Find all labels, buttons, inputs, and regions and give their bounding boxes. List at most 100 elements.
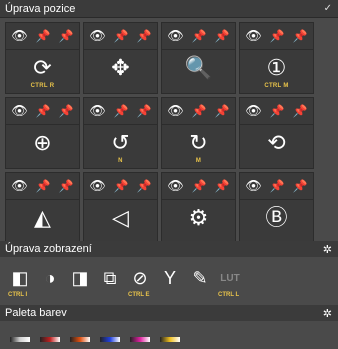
eye-icon[interactable]: 👁 — [11, 104, 28, 117]
eye-icon[interactable]: 👁 — [11, 179, 28, 192]
pin-icon[interactable]: 📌 — [36, 105, 51, 117]
rotate-icon[interactable]: ↺ — [84, 132, 157, 154]
contrast-button[interactable]: ◑ — [38, 266, 62, 290]
palette-swatch[interactable] — [10, 336, 30, 342]
pin-icon[interactable]: 📌 — [270, 30, 285, 42]
flip-horizontal-icon[interactable]: ◭ — [6, 207, 79, 229]
eye-icon[interactable]: 👁 — [245, 104, 262, 117]
palette-swatch[interactable] — [100, 336, 120, 342]
pin-icon[interactable]: 📌 — [270, 105, 285, 117]
section-header-position[interactable]: Úprava pozice ✓ — [0, 0, 338, 18]
magic-wand-icon: ✎ — [192, 267, 208, 288]
tool-calibrate[interactable]: 👁 📌 📌 Ⓑ — [239, 172, 314, 244]
tool-toggles: 👁 📌 📌 — [6, 173, 79, 200]
gear-icon[interactable]: ✲ — [323, 307, 332, 320]
shortcut-label: CTRL I — [8, 292, 28, 298]
shortcut-label: M — [195, 158, 202, 164]
crop-icon: ⧉ — [103, 267, 117, 288]
refresh-icon[interactable]: ⟳ — [6, 57, 79, 79]
pin-icon[interactable]: 📌 — [59, 105, 74, 117]
tool-flip-horizontal[interactable]: 👁 📌 📌 ◭ — [5, 172, 80, 244]
measure-icon[interactable]: ⚙ — [162, 207, 235, 229]
tool-toggles: 👁 📌 📌 — [240, 23, 313, 50]
pin-icon[interactable]: 📌 — [59, 30, 74, 42]
pin-icon[interactable]: 📌 — [137, 105, 152, 117]
tool-toggles: 👁 📌 📌 — [162, 23, 235, 50]
check-icon[interactable]: ✓ — [324, 3, 332, 14]
zoom-icon[interactable]: 🔍 — [162, 57, 235, 79]
pin-icon[interactable]: 📌 — [137, 30, 152, 42]
eye-icon[interactable]: 👁 — [89, 29, 106, 42]
pin-icon[interactable]: 📌 — [215, 105, 230, 117]
invert-button[interactable]: ◧ CTRL I — [8, 266, 32, 299]
recenter-icon[interactable]: ⟲ — [240, 132, 313, 154]
pin-icon[interactable]: 📌 — [215, 180, 230, 192]
tool-rotate[interactable]: 👁 📌 📌 ↺ N — [83, 97, 158, 169]
palette-swatches — [0, 330, 338, 348]
pin-icon[interactable]: 📌 — [215, 30, 230, 42]
pin-icon[interactable]: 📌 — [36, 30, 51, 42]
pin-icon[interactable]: 📌 — [192, 30, 207, 42]
edge-button[interactable]: ⊘ CTRL E — [128, 266, 152, 299]
pin-icon[interactable]: 📌 — [114, 105, 129, 117]
tool-toggles: 👁 📌 📌 — [84, 173, 157, 200]
pin-icon[interactable]: 📌 — [114, 30, 129, 42]
pin-icon[interactable]: 📌 — [293, 105, 308, 117]
tool-flip-vertical[interactable]: 👁 📌 📌 ◁ — [83, 172, 158, 244]
palette-swatch[interactable] — [130, 336, 150, 342]
pin-icon[interactable]: 📌 — [114, 180, 129, 192]
flip-vertical-icon[interactable]: ◁ — [84, 207, 157, 229]
tool-toggles: 👁 📌 📌 — [240, 98, 313, 125]
pin-icon[interactable]: 📌 — [293, 30, 308, 42]
shortcut-label: N — [118, 158, 123, 164]
section-header-display[interactable]: Úprava zobrazení ✲ — [0, 241, 338, 257]
palette-swatch[interactable] — [160, 336, 180, 342]
eye-icon[interactable]: 👁 — [167, 104, 184, 117]
crop-button[interactable]: ⧉ — [98, 266, 122, 290]
magic-wand-button[interactable]: ✎ — [188, 266, 212, 290]
tool-measure[interactable]: 👁 📌 📌 ⚙ — [161, 172, 236, 244]
shortcut-label: CTRL M — [264, 83, 289, 89]
tool-zoom[interactable]: 👁 📌 📌 🔍 — [161, 22, 236, 94]
gamma-button[interactable]: Y — [158, 266, 182, 290]
tool-rotate-alt[interactable]: 👁 📌 📌 ↻ M — [161, 97, 236, 169]
tool-toggles: 👁 📌 📌 — [84, 98, 157, 125]
display-tools: ◧ CTRL I ◑ ◨ ⧉ ⊘ CTRL E Y ✎ LUT CTRL L — [0, 260, 338, 300]
pin-icon[interactable]: 📌 — [36, 180, 51, 192]
tool-move[interactable]: 👁 📌 📌 ✥ — [83, 22, 158, 94]
eye-icon[interactable]: 👁 — [11, 29, 28, 42]
lut-button[interactable]: LUT CTRL L — [218, 266, 242, 299]
section-title: Úprava pozice — [5, 2, 76, 15]
pin-icon[interactable]: 📌 — [59, 180, 74, 192]
gear-icon[interactable]: ✲ — [323, 243, 332, 256]
palette-swatch[interactable] — [40, 336, 60, 342]
tool-zoom-one[interactable]: 👁 📌 📌 ① CTRL M — [239, 22, 314, 94]
tool-refresh[interactable]: 👁 📌 📌 ⟳ CTRL R — [5, 22, 80, 94]
pin-icon[interactable]: 📌 — [293, 180, 308, 192]
shortcut-label: CTRL L — [218, 292, 240, 298]
eye-icon[interactable]: 👁 — [167, 179, 184, 192]
pin-icon[interactable]: 📌 — [192, 105, 207, 117]
tool-magnifier[interactable]: 👁 📌 📌 ⊕ — [5, 97, 80, 169]
eye-icon[interactable]: 👁 — [89, 179, 106, 192]
rotate-alt-icon[interactable]: ↻ — [162, 132, 235, 154]
pin-icon[interactable]: 📌 — [192, 180, 207, 192]
edge-icon: ⊘ — [132, 267, 148, 288]
eye-icon[interactable]: 👁 — [245, 179, 262, 192]
section-header-palette[interactable]: Paleta barev ✲ — [0, 305, 338, 321]
pin-icon[interactable]: 📌 — [137, 180, 152, 192]
eye-icon[interactable]: 👁 — [89, 104, 106, 117]
contrast-icon: ◑ — [44, 267, 56, 288]
eye-icon[interactable]: 👁 — [167, 29, 184, 42]
calibrate-icon[interactable]: Ⓑ — [240, 207, 313, 229]
zoom-one-icon[interactable]: ① — [240, 57, 313, 79]
tool-recenter[interactable]: 👁 📌 📌 ⟲ — [239, 97, 314, 169]
move-icon[interactable]: ✥ — [84, 57, 157, 79]
shortcut-label: CTRL R — [30, 83, 55, 89]
palette-swatch[interactable] — [70, 336, 90, 342]
section-title: Paleta barev — [5, 307, 67, 319]
window-level-button[interactable]: ◨ — [68, 266, 92, 290]
eye-icon[interactable]: 👁 — [245, 29, 262, 42]
pin-icon[interactable]: 📌 — [270, 180, 285, 192]
magnifier-icon[interactable]: ⊕ — [6, 132, 79, 154]
